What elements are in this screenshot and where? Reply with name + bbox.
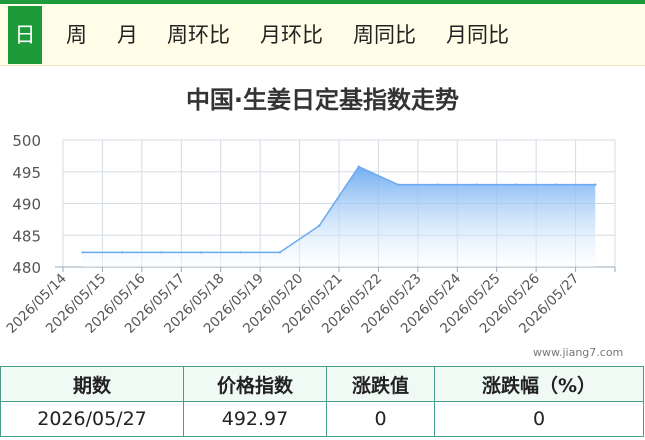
tab-week-on-week[interactable]: 周环比 bbox=[167, 6, 230, 64]
data-point bbox=[396, 183, 400, 186]
tab-week-year-on-year[interactable]: 周同比 bbox=[353, 6, 416, 64]
data-point bbox=[357, 165, 360, 168]
header-change-percent: 涨跌幅（%） bbox=[434, 366, 644, 402]
data-point bbox=[120, 251, 124, 254]
watermark: www.jiang7.com bbox=[533, 346, 624, 359]
tab-week[interactable]: 周 bbox=[66, 6, 87, 64]
data-point bbox=[475, 183, 479, 186]
y-tick-label: 480 bbox=[12, 259, 41, 277]
y-tick-label: 485 bbox=[12, 227, 41, 245]
header-price-index: 价格指数 bbox=[183, 366, 327, 402]
y-tick-label: 500 bbox=[12, 132, 41, 150]
data-point bbox=[278, 251, 282, 254]
data-point bbox=[436, 183, 439, 186]
table-row: 2026/05/27 492.97 0 0 bbox=[0, 401, 644, 437]
header-period: 期数 bbox=[0, 366, 184, 402]
y-tick-label: 490 bbox=[12, 196, 41, 214]
index-summary-table: 期数 价格指数 涨跌值 涨跌幅（%） 2026/05/27 492.97 0 0 bbox=[0, 366, 644, 437]
data-point bbox=[199, 251, 203, 254]
data-point bbox=[515, 183, 518, 186]
data-point bbox=[239, 251, 242, 254]
index-trend-chart: 480485490495500 2026/05/142026/05/152026… bbox=[3, 132, 616, 337]
header-change-value: 涨跌值 bbox=[326, 366, 435, 402]
cell-price-index: 492.97 bbox=[183, 401, 327, 437]
tab-month[interactable]: 月 bbox=[117, 6, 138, 64]
cell-change-percent: 0 bbox=[434, 401, 644, 437]
cell-period: 2026/05/27 bbox=[0, 401, 184, 437]
tab-month-year-on-year[interactable]: 月同比 bbox=[446, 6, 509, 64]
y-tick-label: 495 bbox=[12, 164, 41, 182]
tab-day[interactable]: 日 bbox=[8, 6, 42, 64]
data-point bbox=[554, 183, 558, 186]
table-header-row: 期数 价格指数 涨跌值 涨跌幅（%） bbox=[0, 366, 644, 402]
data-point bbox=[81, 251, 84, 254]
chart-title: 中国·生姜日定基指数走势 bbox=[185, 86, 460, 114]
data-point bbox=[594, 183, 597, 186]
period-tab-bar: 日 周 月 周环比 月环比 周同比 月同比 bbox=[0, 4, 645, 66]
tab-month-on-month[interactable]: 月环比 bbox=[260, 6, 323, 64]
cell-change-value: 0 bbox=[326, 401, 435, 437]
data-point bbox=[318, 224, 321, 227]
data-point bbox=[160, 251, 163, 254]
